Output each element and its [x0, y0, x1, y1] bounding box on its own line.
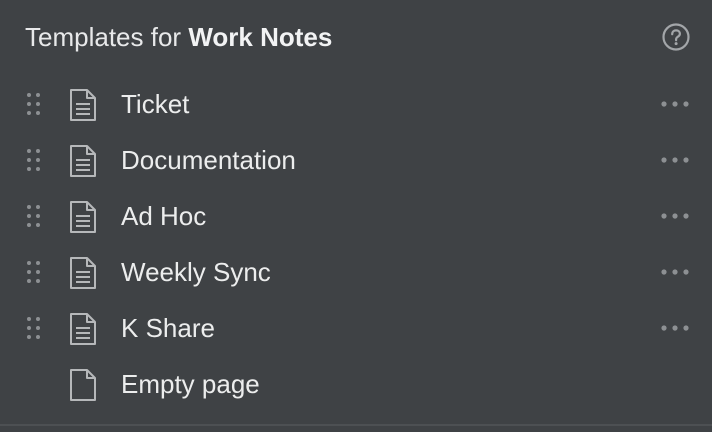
template-label: Ad Hoc — [121, 201, 207, 231]
template-label: Documentation — [121, 145, 296, 175]
document-blank-icon — [68, 368, 98, 402]
title-prefix: Templates for — [25, 22, 182, 52]
template-row-weekly-sync[interactable]: Weekly Sync — [0, 244, 712, 300]
document-lines-icon — [68, 144, 98, 178]
document-lines-icon — [68, 200, 98, 234]
divider — [0, 424, 712, 426]
template-row-ad-hoc[interactable]: Ad Hoc — [0, 188, 712, 244]
template-label: Ticket — [121, 89, 190, 119]
empty-page-label: Empty page — [121, 369, 260, 399]
panel-header: Templates for Work Notes — [0, 0, 712, 74]
document-lines-icon — [68, 256, 98, 290]
drag-handle-icon[interactable] — [25, 91, 43, 117]
document-lines-icon — [68, 88, 98, 122]
drag-handle-icon[interactable] — [25, 147, 43, 173]
template-list: Ticket Documentation Ad Hoc Weekly Sync … — [0, 76, 712, 412]
drag-handle-icon[interactable] — [25, 203, 43, 229]
more-options-icon[interactable] — [658, 262, 694, 282]
template-row-k-share[interactable]: K Share — [0, 300, 712, 356]
title-notebook-name: Work Notes — [188, 22, 333, 52]
more-options-icon[interactable] — [658, 94, 694, 114]
drag-handle-icon[interactable] — [25, 259, 43, 285]
template-row-documentation[interactable]: Documentation — [0, 132, 712, 188]
more-options-icon[interactable] — [658, 206, 694, 226]
empty-page-row[interactable]: Empty page — [0, 356, 712, 412]
document-lines-icon — [68, 312, 98, 346]
templates-panel: Templates for Work Notes Ticket Document… — [0, 0, 712, 432]
template-label: Weekly Sync — [121, 257, 271, 287]
panel-title: Templates for Work Notes — [25, 21, 332, 53]
drag-handle-icon[interactable] — [25, 315, 43, 341]
more-options-icon[interactable] — [658, 318, 694, 338]
help-button[interactable] — [661, 22, 691, 52]
question-circle-icon — [662, 23, 690, 51]
template-label: K Share — [121, 313, 215, 343]
template-row-ticket[interactable]: Ticket — [0, 76, 712, 132]
more-options-icon[interactable] — [658, 150, 694, 170]
